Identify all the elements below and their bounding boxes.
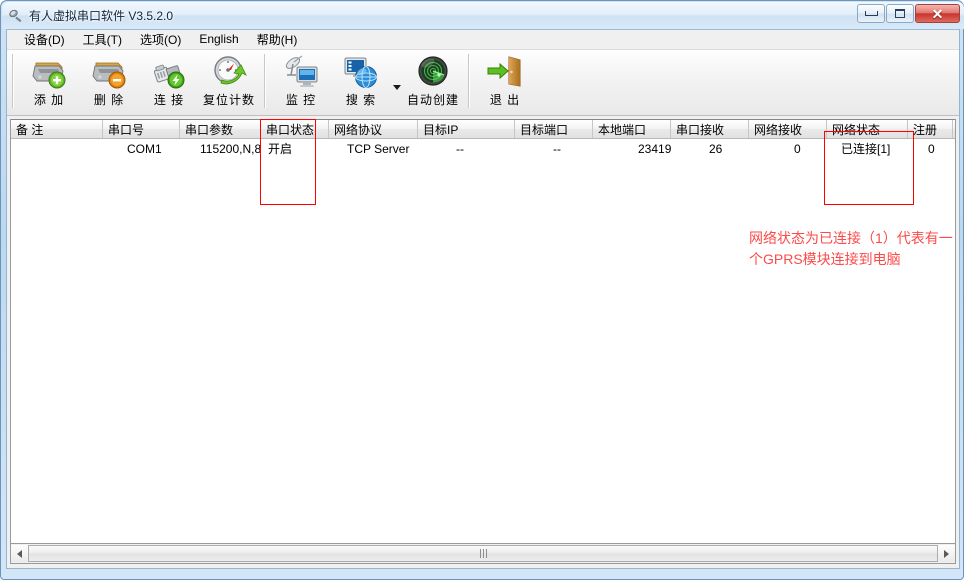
toolbar-button-remove[interactable]: 删 除 — [80, 52, 138, 110]
menu-help[interactable]: 帮助(H) — [248, 30, 307, 50]
scroll-left-icon — [17, 550, 22, 558]
table-cell: 开启 — [261, 139, 329, 158]
toolbar-label-add: 添 加 — [34, 91, 64, 108]
table-cell: -- — [418, 139, 515, 158]
menu-tools[interactable]: 工具(T) — [74, 30, 131, 50]
auto-create-icon — [413, 54, 453, 90]
toolbar-button-add[interactable]: 添 加 — [20, 52, 78, 110]
table-cell: COM1 — [103, 139, 180, 158]
table-cell: 0 — [908, 139, 953, 158]
table-cell: 23419 — [593, 139, 671, 158]
toolbar-button-auto-create[interactable]: 自动创建 — [404, 52, 462, 110]
scroll-grip-icon — [480, 549, 487, 558]
minimize-button[interactable] — [857, 4, 885, 23]
window-title: 有人虚拟串口软件 V3.5.2.0 — [29, 7, 173, 24]
column-header[interactable]: 串口状态 — [261, 120, 329, 138]
client-area: 设备(D) 工具(T) 选项(O) English 帮助(H) — [6, 29, 960, 569]
menu-device[interactable]: 设备(D) — [15, 30, 74, 50]
app-serial-icon — [8, 8, 24, 24]
application-window: 有人虚拟串口软件 V3.5.2.0 ✕ 设备(D) 工具(T) 选项(O) En… — [0, 0, 964, 580]
maximize-icon — [895, 9, 905, 18]
menu-options[interactable]: 选项(O) — [131, 30, 190, 50]
remove-port-icon — [89, 54, 129, 90]
exit-door-icon — [485, 54, 525, 90]
table-cell: 115200,N,8,1 — [180, 139, 261, 158]
column-header[interactable]: 目标端口 — [515, 120, 593, 138]
close-button[interactable]: ✕ — [915, 4, 960, 23]
toolbar-button-monitor[interactable]: 监 控 — [272, 52, 330, 110]
column-header[interactable]: 串口接收 — [671, 120, 749, 138]
scroll-left-button[interactable] — [11, 545, 28, 562]
maximize-button[interactable] — [886, 4, 914, 23]
column-header[interactable]: 网络协议 — [329, 120, 418, 138]
toolbar-label-reset-counter: 复位计数 — [203, 91, 255, 108]
toolbar-button-connect[interactable]: 连 接 — [140, 52, 198, 110]
scrollbar-thumb[interactable] — [28, 545, 938, 562]
title-bar[interactable]: 有人虚拟串口软件 V3.5.2.0 ✕ — [2, 2, 964, 29]
toolbar-separator — [468, 54, 470, 108]
annotation-text: 网络状态为已连接（1）代表有一个GPRS模块连接到电脑 — [749, 228, 960, 270]
toolbar-label-auto-create: 自动创建 — [407, 91, 459, 108]
search-dropdown-button[interactable] — [391, 85, 403, 90]
column-header[interactable]: 本地端口 — [593, 120, 671, 138]
add-port-icon — [29, 54, 69, 90]
toolbar-button-exit[interactable]: 退 出 — [476, 52, 534, 110]
table-row[interactable]: COM1115200,N,8,1开启TCP Server----23419260… — [11, 139, 955, 158]
close-icon: ✕ — [932, 7, 944, 21]
monitor-icon — [281, 54, 321, 90]
table-cell: 0 — [749, 139, 827, 158]
reset-counter-icon — [209, 54, 249, 90]
table-header: 备 注串口号串口参数串口状态网络协议目标IP目标端口本地端口串口接收网络接收网络… — [11, 120, 955, 139]
column-header[interactable]: 网络接收 — [749, 120, 827, 138]
table-cell: 已连接[1] — [827, 139, 908, 158]
window-controls: ✕ — [857, 4, 960, 23]
toolbar-label-remove: 删 除 — [94, 91, 124, 108]
toolbar-label-connect: 连 接 — [154, 91, 184, 108]
toolbar-label-search: 搜 索 — [346, 91, 376, 108]
column-header[interactable]: 串口参数 — [180, 120, 261, 138]
table-cell: 26 — [671, 139, 749, 158]
toolbar-label-monitor: 监 控 — [286, 91, 316, 108]
menu-english[interactable]: English — [190, 31, 247, 48]
horizontal-scrollbar[interactable] — [10, 544, 956, 564]
scroll-right-icon — [944, 550, 949, 558]
search-network-icon — [341, 54, 381, 90]
toolbar-button-reset-counter[interactable]: 复位计数 — [200, 52, 258, 110]
table-cell — [11, 139, 103, 158]
table-cell: TCP Server — [329, 139, 418, 158]
table-cell: -- — [515, 139, 593, 158]
column-header[interactable]: 目标IP — [418, 120, 515, 138]
column-header[interactable]: 备 注 — [11, 120, 103, 138]
toolbar-separator — [12, 54, 14, 108]
column-header[interactable]: 串口号 — [103, 120, 180, 138]
column-header[interactable]: 注册 — [908, 120, 953, 138]
scroll-right-button[interactable] — [938, 545, 955, 562]
scrollbar-track[interactable] — [28, 545, 938, 562]
chevron-down-icon — [393, 85, 401, 90]
connect-icon — [149, 54, 189, 90]
toolbar-separator — [264, 54, 266, 108]
column-header[interactable]: 网络状态 — [827, 120, 908, 138]
minimize-icon — [865, 11, 878, 16]
toolbar: 添 加 — [7, 50, 959, 116]
menu-bar: 设备(D) 工具(T) 选项(O) English 帮助(H) — [7, 30, 959, 50]
toolbar-button-search[interactable]: 搜 索 — [332, 52, 390, 110]
toolbar-label-exit: 退 出 — [490, 91, 520, 108]
device-list[interactable]: 备 注串口号串口参数串口状态网络协议目标IP目标端口本地端口串口接收网络接收网络… — [10, 119, 956, 544]
